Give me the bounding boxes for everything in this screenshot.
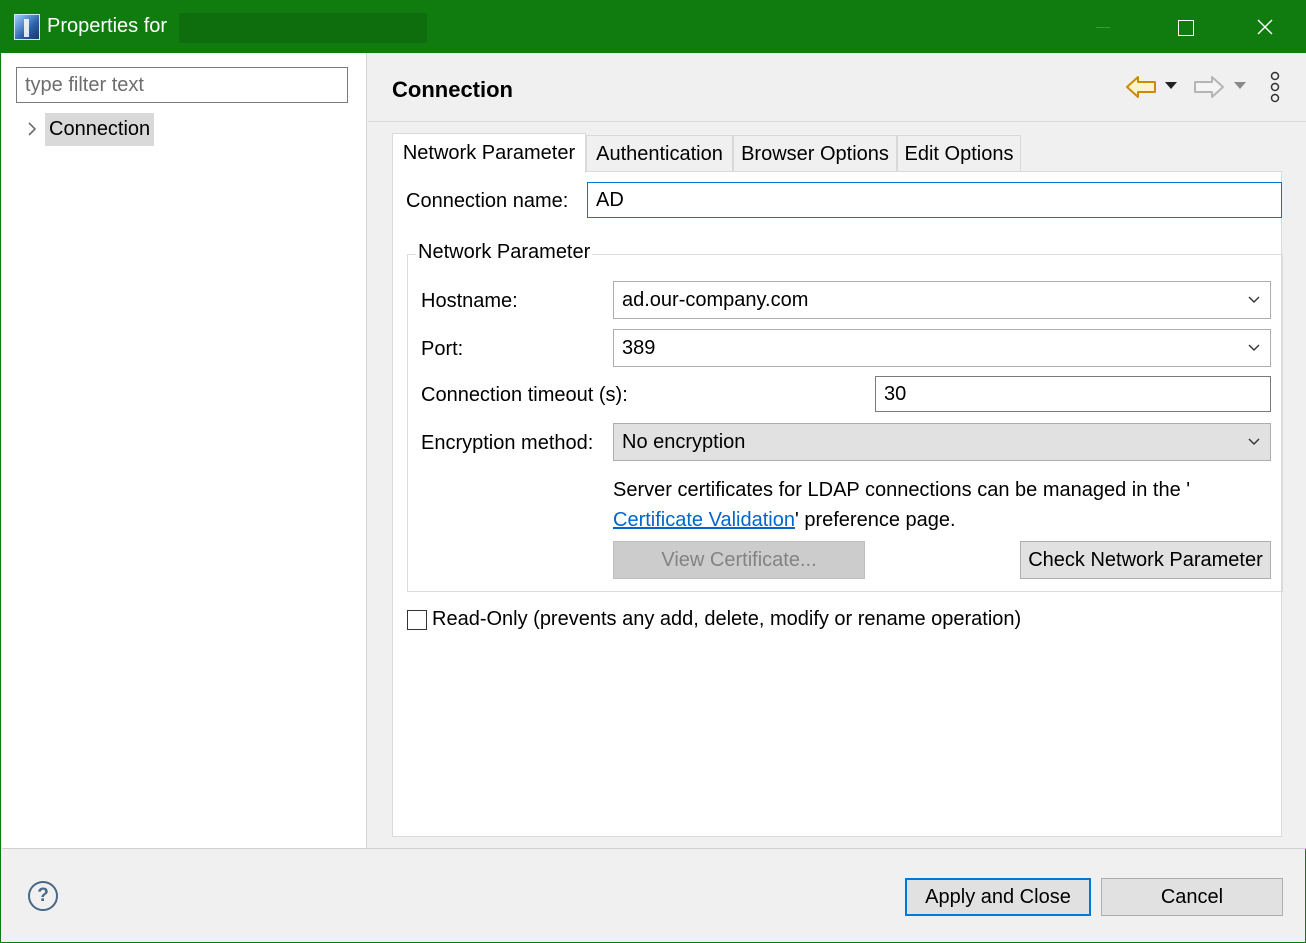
port-combo[interactable]: 389: [613, 329, 1271, 367]
help-icon[interactable]: ?: [28, 881, 58, 911]
chevron-down-icon: [1248, 296, 1260, 303]
arrow-left-icon[interactable]: [1124, 73, 1158, 101]
connection-name-label: Connection name:: [406, 190, 569, 212]
timeout-label: Connection timeout (s):: [421, 384, 628, 406]
encryption-combo[interactable]: No encryption: [613, 423, 1271, 461]
redacted-title-region: [179, 13, 427, 43]
back-dropdown-icon[interactable]: [1165, 82, 1177, 90]
cancel-button[interactable]: Cancel: [1101, 878, 1283, 916]
vertical-dots-icon[interactable]: [1268, 71, 1282, 103]
tab-network-parameter[interactable]: Network Parameter: [392, 133, 586, 173]
certificate-info-text: Server certificates for LDAP connections…: [613, 479, 1191, 531]
view-certificate-button[interactable]: View Certificate...: [613, 541, 865, 579]
timeout-field[interactable]: [875, 376, 1271, 412]
close-button[interactable]: [1225, 1, 1305, 53]
port-value: 389: [622, 337, 656, 359]
readonly-checkbox[interactable]: [407, 610, 427, 630]
app-icon: [14, 14, 40, 40]
tab-edit-options[interactable]: Edit Options: [897, 135, 1021, 171]
readonly-label[interactable]: Read-Only (prevents any add, delete, mod…: [432, 608, 1021, 631]
hostname-label: Hostname:: [421, 290, 518, 312]
encryption-label: Encryption method:: [421, 432, 594, 454]
forward-dropdown-icon[interactable]: [1234, 82, 1246, 90]
group-title: Network Parameter: [416, 241, 593, 264]
footer-separator: [2, 848, 1306, 849]
tab-authentication[interactable]: Authentication: [586, 135, 733, 171]
check-network-parameter-button[interactable]: Check Network Parameter: [1020, 541, 1271, 579]
minimize-button[interactable]: [1063, 1, 1143, 53]
hostname-value: ad.our-company.com: [622, 289, 809, 311]
page-title: Connection: [392, 77, 513, 102]
hostname-combo[interactable]: ad.our-company.com: [613, 281, 1271, 319]
preference-tree-panel: Connection: [2, 53, 367, 848]
properties-window: Properties for Connection Connection: [0, 0, 1306, 943]
chevron-down-icon: [1248, 438, 1260, 445]
title-separator: [368, 121, 1306, 122]
arrow-right-icon[interactable]: [1192, 73, 1226, 101]
tab-content-network-parameter: Connection name: Network Parameter Hostn…: [392, 171, 1283, 837]
port-label: Port:: [421, 338, 464, 360]
title-bar[interactable]: Properties for: [1, 1, 1306, 53]
encryption-value: No encryption: [622, 431, 746, 453]
network-parameter-group: Network Parameter Hostname: ad.our-compa…: [407, 241, 1283, 592]
close-icon: [1257, 19, 1273, 35]
properties-page: Connection Network Parameter Authenticat…: [368, 53, 1306, 848]
window-title: Properties for: [47, 15, 168, 37]
tree-item-label[interactable]: Connection: [45, 113, 155, 146]
apply-and-close-button[interactable]: Apply and Close: [905, 878, 1091, 916]
tab-browser-options[interactable]: Browser Options: [733, 135, 897, 171]
maximize-button[interactable]: [1145, 1, 1225, 53]
connection-name-field[interactable]: [587, 182, 1282, 218]
certificate-validation-link[interactable]: Certificate Validation: [613, 509, 795, 531]
chevron-down-icon: [1248, 344, 1260, 351]
chevron-right-icon[interactable]: [24, 121, 40, 137]
filter-input[interactable]: [16, 67, 348, 103]
